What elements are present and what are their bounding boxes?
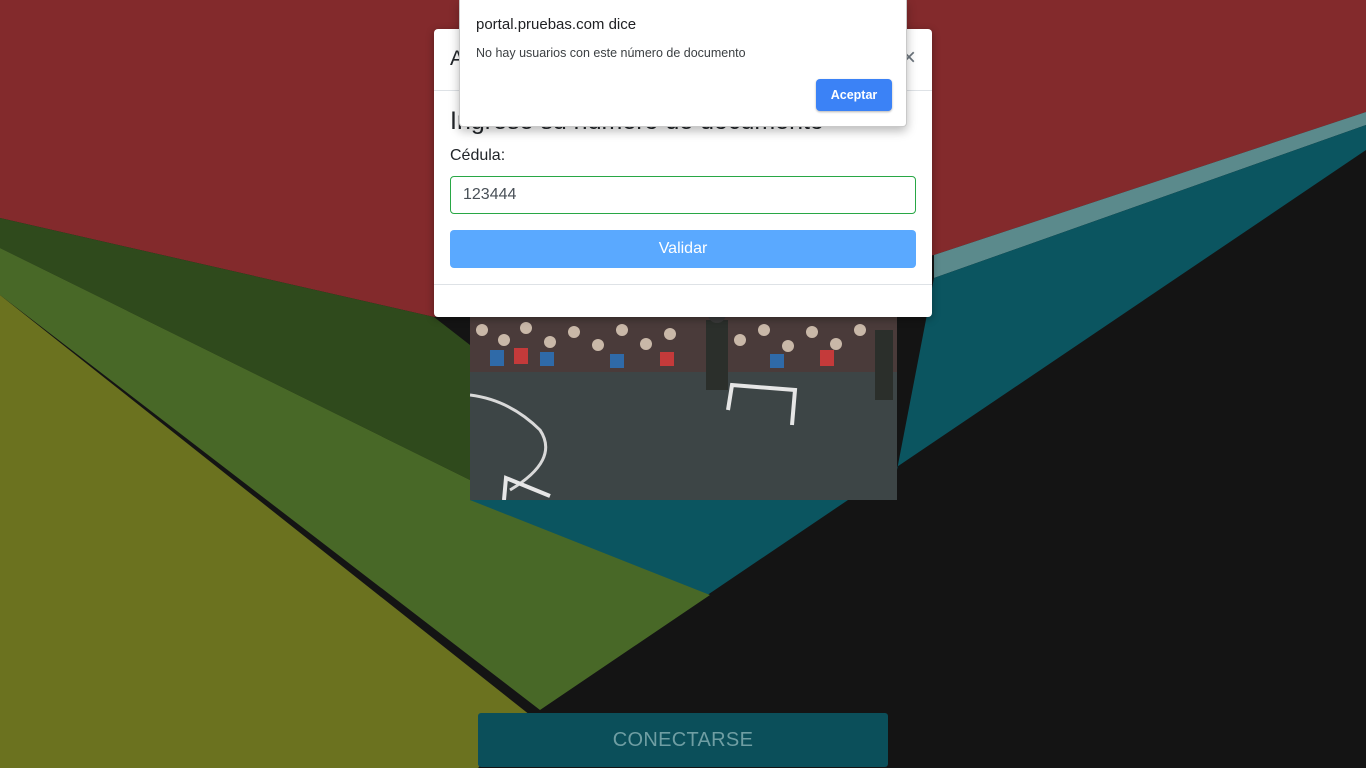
- cedula-label: Cédula:: [450, 147, 506, 164]
- connect-button[interactable]: CONECTARSE: [478, 713, 888, 767]
- browser-alert-dialog: portal.pruebas.com dice No hay usuarios …: [459, 0, 907, 127]
- alert-title: portal.pruebas.com dice: [476, 16, 637, 33]
- alert-message: No hay usuarios con este número de docum…: [476, 46, 746, 60]
- accept-button[interactable]: Aceptar: [816, 79, 892, 111]
- event-photo: [470, 300, 897, 500]
- validate-button[interactable]: Validar: [450, 230, 916, 268]
- cedula-input[interactable]: [450, 176, 916, 214]
- modal-footer: [434, 284, 932, 317]
